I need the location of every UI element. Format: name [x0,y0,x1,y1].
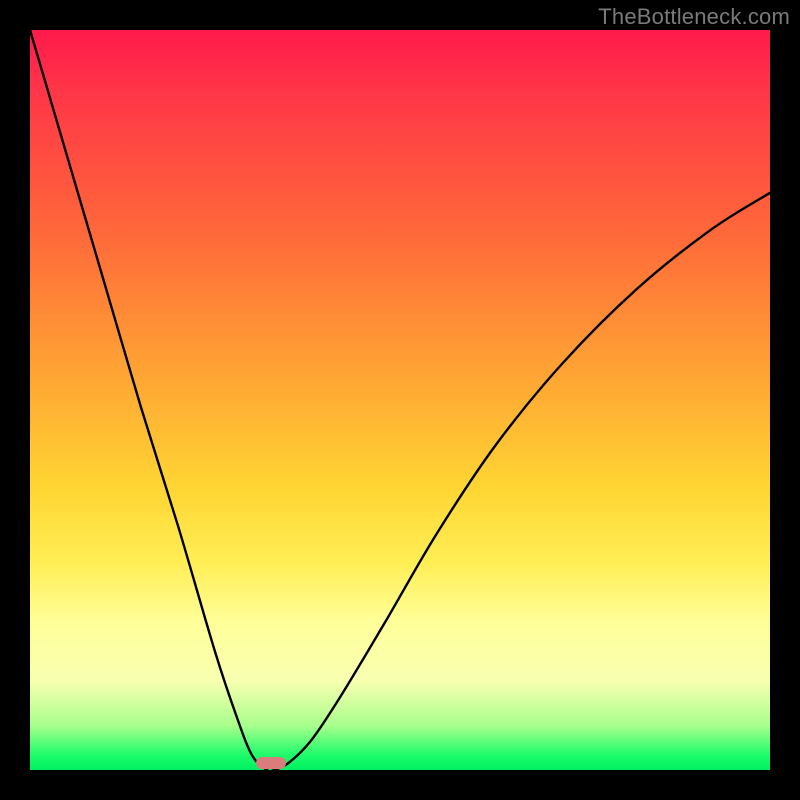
watermark-text: TheBottleneck.com [598,4,790,30]
bottleneck-curve [30,30,770,771]
curve-layer [30,30,770,770]
chart-frame: TheBottleneck.com [0,0,800,800]
optimal-marker [256,757,286,769]
plot-area [30,30,770,770]
